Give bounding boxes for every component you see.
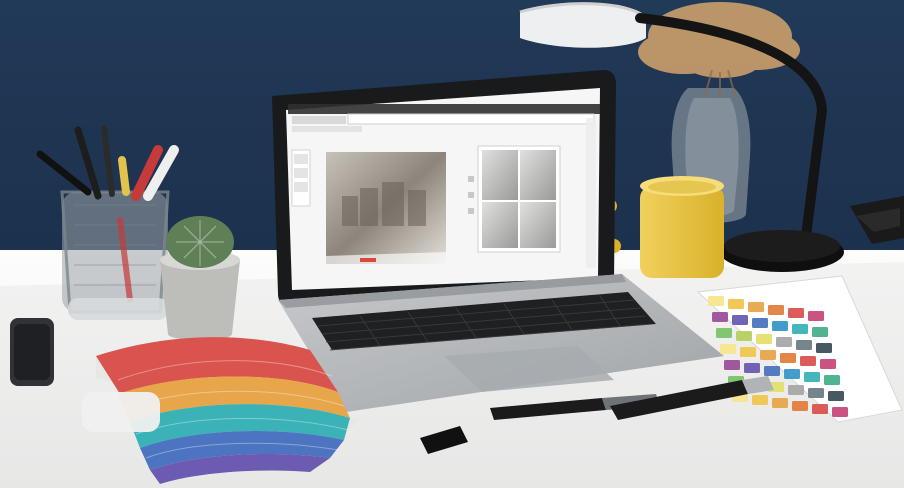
swatch-chip bbox=[812, 327, 828, 337]
swatch-chip bbox=[732, 315, 748, 325]
swatch-chip bbox=[748, 302, 764, 312]
swatch-chip bbox=[764, 366, 780, 376]
swatch-chip bbox=[784, 369, 800, 379]
swatch-chip bbox=[760, 350, 776, 360]
swatch-chip bbox=[788, 308, 804, 318]
swatch-chip bbox=[796, 340, 812, 350]
swatch-chip bbox=[776, 337, 792, 347]
swatch-chip bbox=[724, 360, 740, 370]
swatch-chip bbox=[772, 398, 788, 408]
swatch-chip bbox=[780, 353, 796, 363]
swatch-chip bbox=[716, 328, 732, 338]
swatch-chip bbox=[816, 343, 832, 353]
swatch-chip bbox=[720, 344, 736, 354]
swatch-chip bbox=[752, 395, 768, 405]
swatch-chip bbox=[728, 299, 744, 309]
swatch-chip bbox=[740, 347, 756, 357]
swatch-chip bbox=[808, 311, 824, 321]
swatch-chip bbox=[812, 404, 828, 414]
swatch-chip bbox=[772, 321, 788, 331]
swatch-chip bbox=[820, 359, 836, 369]
swatch-chip bbox=[808, 388, 824, 398]
swatch-chip bbox=[712, 312, 728, 322]
swatch-chip bbox=[792, 324, 808, 334]
swatch-chip bbox=[756, 334, 772, 344]
swatch-chip bbox=[804, 372, 820, 382]
swatch-chip bbox=[752, 318, 768, 328]
swatch-chip bbox=[744, 363, 760, 373]
swatch-chip bbox=[736, 331, 752, 341]
swatch-chip bbox=[824, 375, 840, 385]
swatch-chip bbox=[788, 385, 804, 395]
smartphone bbox=[10, 318, 54, 386]
swatch-chip bbox=[800, 356, 816, 366]
swatch-chip bbox=[768, 305, 784, 315]
swatch-chip bbox=[708, 296, 724, 306]
swatch-chip bbox=[792, 401, 808, 411]
cactus-pot bbox=[160, 216, 240, 340]
desk-workspace-photo bbox=[0, 0, 904, 488]
swatch-chip bbox=[828, 391, 844, 401]
swatch-chip bbox=[832, 407, 848, 417]
